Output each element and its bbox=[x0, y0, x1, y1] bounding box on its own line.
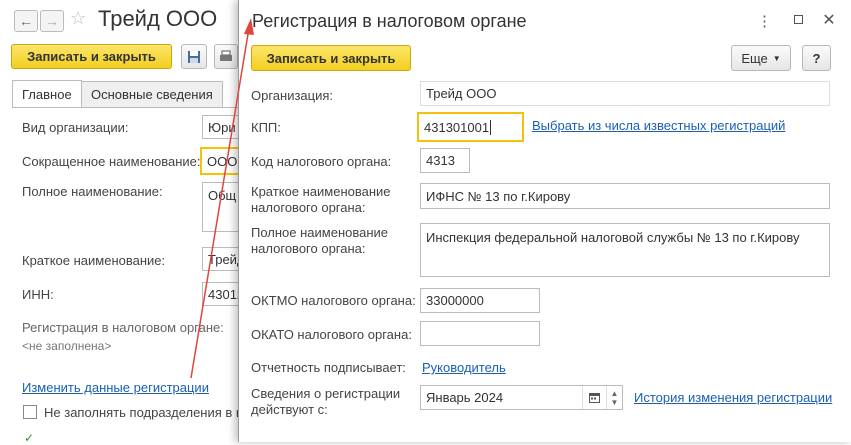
no-fill-subdivisions-checkbox[interactable] bbox=[23, 405, 37, 419]
registration-history-link[interactable]: История изменения регистрации bbox=[634, 390, 832, 405]
oktmo-label: ОКТМО налогового органа: bbox=[251, 293, 416, 308]
print-button[interactable] bbox=[214, 44, 238, 69]
calendar-icon[interactable] bbox=[582, 386, 606, 409]
kpp-value: 431301001 bbox=[424, 119, 490, 135]
okato-field[interactable] bbox=[420, 321, 540, 346]
more-vertical-icon[interactable]: ⋮ bbox=[757, 12, 772, 30]
tax-office-code-label: Код налогового органа: bbox=[251, 154, 392, 169]
arrow-right-icon: → bbox=[45, 13, 59, 29]
maximize-icon[interactable] bbox=[794, 15, 803, 24]
effective-date-field[interactable]: Январь 2024 ▲ ▼ bbox=[420, 385, 623, 410]
full-tax-name-label-line1: Полное наименование bbox=[251, 225, 389, 240]
kpp-label: КПП: bbox=[251, 120, 281, 135]
tab-basic-info[interactable]: Основные сведения bbox=[81, 81, 223, 107]
organization-label: Организация: bbox=[251, 88, 334, 103]
oktmo-field[interactable]: 33000000 bbox=[420, 288, 540, 313]
tax-registration-value: <не заполнена> bbox=[22, 339, 112, 353]
chevron-down-icon: ▼ bbox=[772, 53, 781, 63]
close-icon[interactable]: ✕ bbox=[822, 10, 836, 30]
full-tax-name-label: Полное наименование налогового органа: bbox=[251, 225, 388, 257]
kpp-field[interactable]: 431301001 bbox=[417, 112, 524, 142]
effective-date-label-line2: действуют с: bbox=[251, 402, 328, 417]
spin-up-icon[interactable]: ▲ bbox=[611, 389, 619, 398]
short-name-label: Сокращенное наименование: bbox=[22, 154, 201, 169]
forward-button[interactable]: → bbox=[40, 10, 64, 32]
favorite-star-icon[interactable]: ☆ bbox=[70, 8, 86, 29]
effective-date-label: Сведения о регистрации действуют с: bbox=[251, 386, 400, 418]
choose-known-registration-link[interactable]: Выбрать из числа известных регистраций bbox=[532, 118, 785, 133]
tax-registration-label: Регистрация в налоговом органе: bbox=[22, 320, 224, 335]
tab-main[interactable]: Главное bbox=[12, 80, 82, 108]
no-fill-subdivisions-label: Не заполнять подразделения в н bbox=[44, 405, 244, 420]
effective-date-label-line1: Сведения о регистрации bbox=[251, 386, 401, 401]
signer-link[interactable]: Руководитель bbox=[422, 360, 506, 375]
change-registration-link[interactable]: Изменить данные регистрации bbox=[22, 380, 209, 395]
save-button[interactable] bbox=[181, 44, 207, 69]
text-cursor bbox=[490, 119, 492, 135]
inn-label: ИНН: bbox=[22, 287, 54, 302]
save-close-button[interactable]: Записать и закрыть bbox=[11, 44, 172, 69]
brief-name-label: Краткое наименование: bbox=[22, 253, 166, 268]
full-tax-name-label-line2: налогового органа: bbox=[251, 241, 366, 256]
window-title: Трейд ООО bbox=[98, 6, 218, 31]
full-tax-name-field[interactable]: Инспекция федеральной налоговой службы №… bbox=[420, 223, 830, 277]
back-button[interactable]: ← bbox=[14, 10, 38, 32]
save-icon bbox=[188, 50, 200, 63]
dialog-save-close-button[interactable]: Записать и закрыть bbox=[251, 45, 411, 71]
more-button[interactable]: Еще ▼ bbox=[731, 45, 791, 71]
effective-date-value: Январь 2024 bbox=[426, 390, 504, 405]
organization-field[interactable]: Трейд ООО bbox=[420, 81, 830, 106]
check-icon: ✓ bbox=[24, 431, 35, 445]
tax-office-code-field[interactable]: 4313 bbox=[420, 148, 470, 173]
okato-label: ОКАТО налогового органа: bbox=[251, 327, 412, 342]
more-label: Еще bbox=[741, 50, 768, 66]
signer-label: Отчетность подписывает: bbox=[251, 360, 406, 375]
org-type-label: Вид организации: bbox=[22, 120, 129, 135]
printer-icon bbox=[220, 50, 232, 61]
date-spinner[interactable]: ▲ ▼ bbox=[606, 386, 622, 409]
short-tax-name-label-line2: налогового органа: bbox=[251, 200, 366, 215]
short-tax-name-label: Краткое наименование налогового органа: bbox=[251, 184, 391, 216]
arrow-left-icon: ← bbox=[19, 13, 33, 29]
tax-registration-dialog: Регистрация в налоговом органе ⋮ ✕ Запис… bbox=[238, 0, 851, 442]
tab-divider bbox=[12, 107, 238, 108]
dialog-title: Регистрация в налоговом органе bbox=[252, 11, 527, 31]
spin-down-icon[interactable]: ▼ bbox=[611, 398, 619, 407]
help-button[interactable]: ? bbox=[802, 45, 831, 71]
short-tax-name-field[interactable]: ИФНС № 13 по г.Кирову bbox=[420, 183, 830, 209]
full-name-label: Полное наименование: bbox=[22, 184, 163, 199]
short-tax-name-label-line1: Краткое наименование bbox=[251, 184, 391, 199]
